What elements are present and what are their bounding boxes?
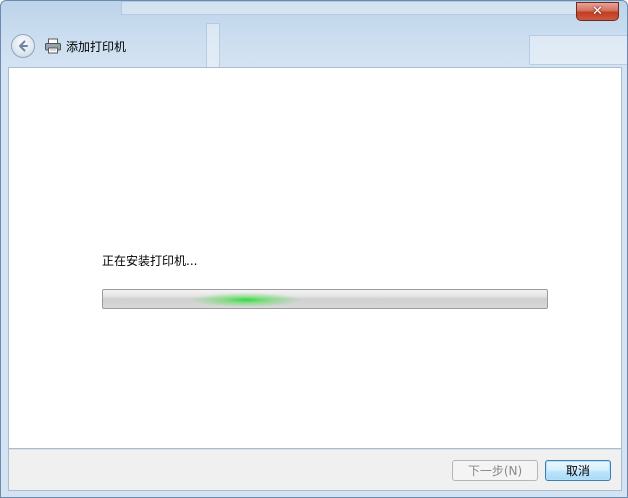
add-printer-window: ✕ 添加打印机 正在安装打印机... 下一步(N) 取消 [0, 0, 628, 498]
next-button[interactable]: 下一步(N) [452, 460, 538, 481]
close-icon: ✕ [592, 4, 603, 19]
back-button[interactable] [11, 34, 35, 58]
background-search-box [529, 35, 627, 65]
wizard-content-panel: 正在安装打印机... [8, 67, 622, 449]
printer-icon [45, 38, 61, 54]
background-toolbar [121, 1, 613, 15]
window-title: 添加打印机 [66, 40, 127, 54]
close-button[interactable]: ✕ [576, 2, 619, 21]
footer-separator [9, 449, 621, 450]
progress-marquee-glow [191, 290, 301, 308]
background-divider [206, 23, 220, 69]
install-status-text: 正在安装打印机... [102, 254, 198, 268]
wizard-footer: 下一步(N) 取消 [8, 449, 622, 491]
back-arrow-icon [19, 40, 28, 52]
install-progress-bar [102, 289, 548, 309]
cancel-button[interactable]: 取消 [545, 460, 611, 481]
